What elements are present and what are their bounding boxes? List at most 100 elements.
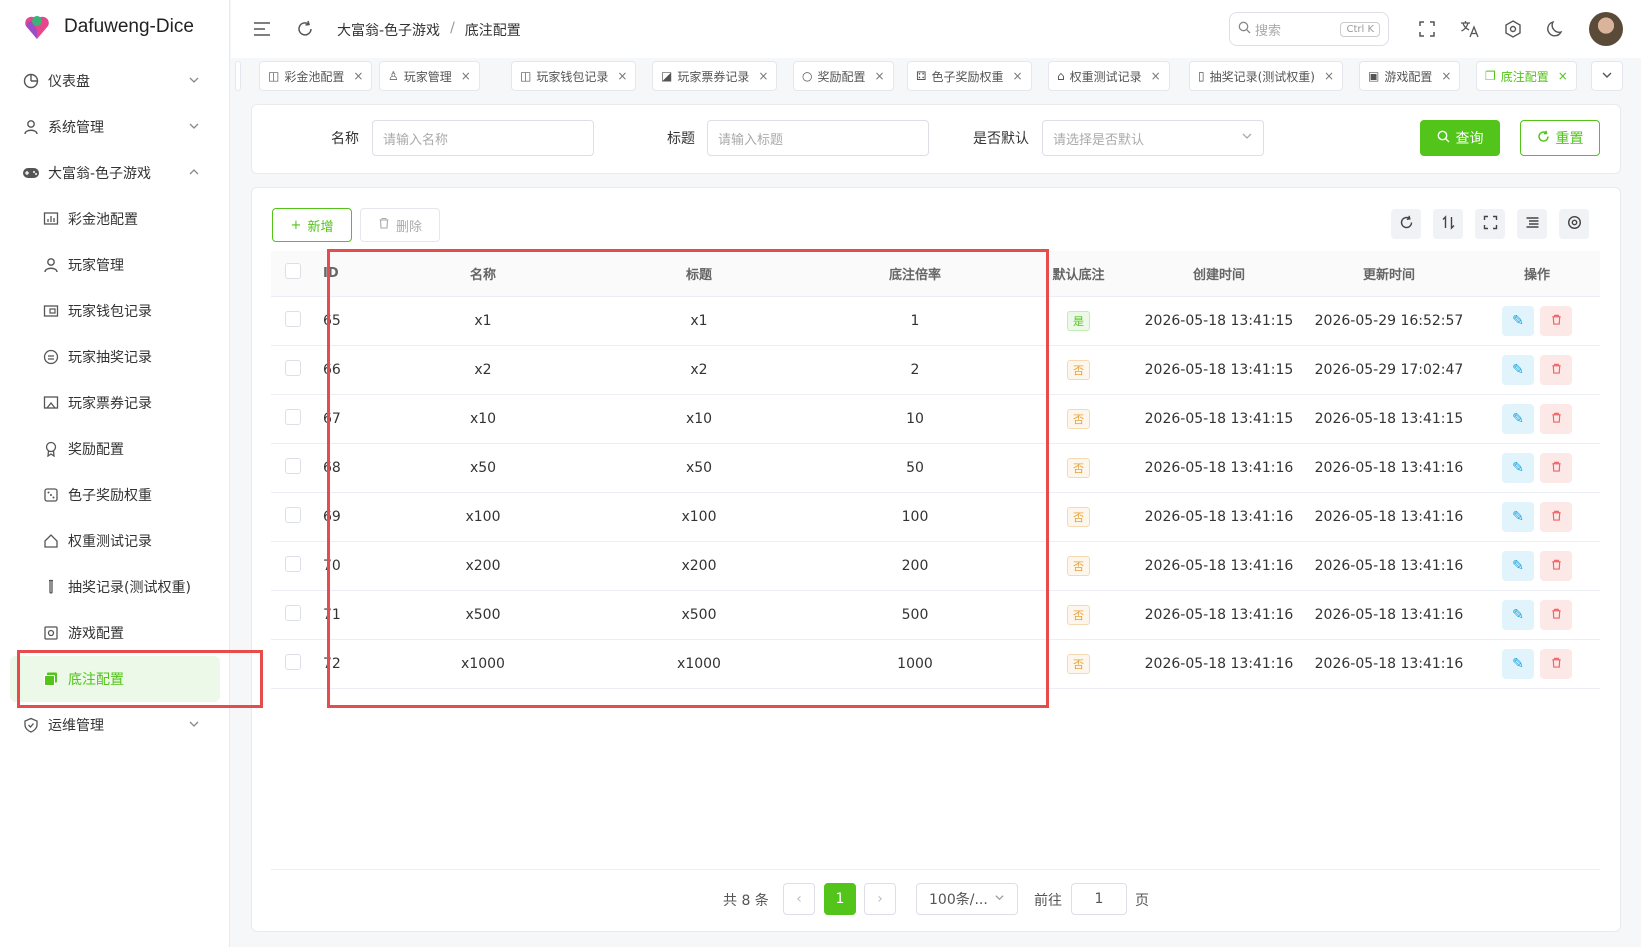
query-button[interactable]: 查询 bbox=[1420, 120, 1500, 156]
column-header-created[interactable]: 创建时间 bbox=[1134, 251, 1304, 297]
sidebar-item-players[interactable]: 玩家管理 bbox=[0, 242, 230, 288]
table-fullscreen-button[interactable] bbox=[1475, 209, 1505, 239]
delete-row-button[interactable] bbox=[1540, 648, 1572, 679]
sidebar-item-ops[interactable]: 运维管理 bbox=[0, 702, 230, 748]
dark-mode-icon[interactable] bbox=[1545, 18, 1567, 40]
fullscreen-icon[interactable] bbox=[1416, 18, 1438, 40]
column-header-title[interactable]: 标题 bbox=[591, 251, 807, 297]
edit-button[interactable]: ✎ bbox=[1502, 501, 1534, 532]
title-input[interactable]: 请输入标题 bbox=[707, 120, 929, 156]
sidebar-item-system[interactable]: 系统管理 bbox=[0, 104, 230, 150]
cell-rate: 500 bbox=[807, 590, 1023, 640]
tab-jackpot[interactable]: ◫ 彩金池配置 × bbox=[259, 61, 373, 91]
sidebar-item-ticket-records[interactable]: 玩家票券记录 bbox=[0, 380, 230, 426]
close-icon[interactable]: × bbox=[758, 69, 768, 83]
tab-game-config[interactable]: ▣ 游戏配置 × bbox=[1359, 61, 1461, 91]
sidebar-item-dice-game[interactable]: 大富翁-色子游戏 bbox=[0, 150, 230, 196]
row-checkbox[interactable] bbox=[271, 394, 315, 444]
avatar[interactable] bbox=[1589, 12, 1623, 46]
row-checkbox[interactable] bbox=[271, 639, 315, 689]
tab-draw-test-records[interactable]: ▯ 抽奖记录(测试权重) × bbox=[1189, 61, 1344, 91]
tab-scroll-stub[interactable] bbox=[235, 61, 241, 91]
table-density-button[interactable] bbox=[1517, 209, 1547, 239]
close-icon[interactable]: × bbox=[1441, 69, 1451, 83]
row-checkbox[interactable] bbox=[271, 443, 315, 493]
search-input[interactable]: 搜索 Ctrl K bbox=[1229, 12, 1389, 46]
close-icon[interactable]: × bbox=[461, 69, 471, 83]
status-badge: 否 bbox=[1067, 506, 1090, 527]
status-badge: 否 bbox=[1067, 555, 1090, 576]
sidebar-item-rewards[interactable]: 奖励配置 bbox=[0, 426, 230, 472]
sidebar-item-draw-test-records[interactable]: 抽奖记录(测试权重) bbox=[0, 564, 230, 610]
refresh-icon[interactable] bbox=[294, 18, 316, 40]
tab-wallet-records[interactable]: ◫ 玩家钱包记录 × bbox=[511, 61, 637, 91]
close-icon[interactable]: × bbox=[875, 69, 885, 83]
column-header-name[interactable]: 名称 bbox=[375, 251, 591, 297]
next-page-button[interactable]: › bbox=[864, 883, 896, 915]
delete-row-button[interactable] bbox=[1540, 403, 1572, 434]
sidebar-item-dice-weights[interactable]: 色子奖励权重 bbox=[0, 472, 230, 518]
sidebar-item-jackpot[interactable]: 彩金池配置 bbox=[0, 196, 230, 242]
column-header-id[interactable]: ID bbox=[315, 251, 375, 297]
close-icon[interactable]: × bbox=[353, 69, 363, 83]
table-settings-button[interactable] bbox=[1559, 209, 1589, 239]
edit-button[interactable]: ✎ bbox=[1502, 403, 1534, 434]
row-checkbox[interactable] bbox=[271, 345, 315, 395]
app-logo[interactable]: Dafuweng-Dice bbox=[22, 12, 194, 42]
sidebar-item-game-config[interactable]: 游戏配置 bbox=[0, 610, 230, 656]
default-select[interactable]: 请选择是否默认 bbox=[1042, 120, 1264, 156]
tab-ticket-records[interactable]: ◪ 玩家票券记录 × bbox=[652, 61, 778, 91]
column-header-updated[interactable]: 更新时间 bbox=[1304, 251, 1474, 297]
sidebar-item-wallet-records[interactable]: 玩家钱包记录 bbox=[0, 288, 230, 334]
breadcrumb-item-parent[interactable]: 大富翁-色子游戏 bbox=[337, 20, 440, 40]
edit-button[interactable]: ✎ bbox=[1502, 550, 1534, 581]
prev-page-button[interactable]: ‹ bbox=[783, 883, 815, 915]
goto-page-input[interactable]: 1 bbox=[1071, 883, 1127, 915]
close-icon[interactable]: × bbox=[1324, 69, 1334, 83]
column-header-rate[interactable]: 底注倍率 bbox=[807, 251, 1023, 297]
delete-row-button[interactable] bbox=[1540, 550, 1572, 581]
close-icon[interactable]: × bbox=[1012, 69, 1022, 83]
delete-row-button[interactable] bbox=[1540, 452, 1572, 483]
row-checkbox[interactable] bbox=[271, 296, 315, 346]
table-sort-button[interactable] bbox=[1433, 209, 1463, 239]
close-icon[interactable]: × bbox=[1558, 69, 1568, 83]
select-all-checkbox[interactable] bbox=[271, 251, 315, 297]
tab-dice-weights[interactable]: ⚃ 色子奖励权重 × bbox=[907, 61, 1032, 91]
name-input[interactable]: 请输入名称 bbox=[372, 120, 594, 156]
sidebar-item-base-bet-config[interactable]: 底注配置 bbox=[10, 656, 220, 702]
column-header-default[interactable]: 默认底注 bbox=[1023, 251, 1134, 297]
edit-button[interactable]: ✎ bbox=[1502, 305, 1534, 336]
row-checkbox[interactable] bbox=[271, 541, 315, 591]
delete-row-button[interactable] bbox=[1540, 354, 1572, 385]
add-button[interactable]: + 新增 bbox=[272, 208, 352, 242]
cell-actions: ✎ bbox=[1474, 296, 1600, 346]
translate-icon[interactable] bbox=[1459, 18, 1481, 40]
edit-button[interactable]: ✎ bbox=[1502, 354, 1534, 385]
tab-base-bet-config[interactable]: ❐ 底注配置 × bbox=[1476, 61, 1577, 91]
row-checkbox[interactable] bbox=[271, 492, 315, 542]
table-refresh-button[interactable] bbox=[1391, 209, 1421, 239]
settings-icon[interactable] bbox=[1502, 18, 1524, 40]
delete-button[interactable]: 删除 bbox=[360, 208, 440, 242]
tabs-more-button[interactable] bbox=[1591, 61, 1623, 91]
row-checkbox[interactable] bbox=[271, 590, 315, 640]
tab-rewards[interactable]: ○ 奖励配置 × bbox=[793, 61, 894, 91]
edit-button[interactable]: ✎ bbox=[1502, 599, 1534, 630]
tab-weight-tests[interactable]: ⌂ 权重测试记录 × bbox=[1048, 61, 1170, 91]
edit-button[interactable]: ✎ bbox=[1502, 452, 1534, 483]
page-1-button[interactable]: 1 bbox=[824, 883, 856, 915]
sidebar-item-dashboard[interactable]: 仪表盘 bbox=[0, 58, 230, 104]
delete-row-button[interactable] bbox=[1540, 305, 1572, 336]
close-icon[interactable]: × bbox=[617, 69, 627, 83]
reset-button[interactable]: 重置 bbox=[1520, 120, 1600, 156]
edit-button[interactable]: ✎ bbox=[1502, 648, 1534, 679]
menu-fold-icon[interactable] bbox=[251, 18, 273, 40]
tab-players[interactable]: ♙ 玩家管理 × bbox=[379, 61, 480, 91]
delete-row-button[interactable] bbox=[1540, 599, 1572, 630]
sidebar-item-weight-tests[interactable]: 权重测试记录 bbox=[0, 518, 230, 564]
sidebar-item-draw-records[interactable]: 玩家抽奖记录 bbox=[0, 334, 230, 380]
page-size-select[interactable]: 100条/... bbox=[916, 883, 1018, 915]
close-icon[interactable]: × bbox=[1151, 69, 1161, 83]
delete-row-button[interactable] bbox=[1540, 501, 1572, 532]
